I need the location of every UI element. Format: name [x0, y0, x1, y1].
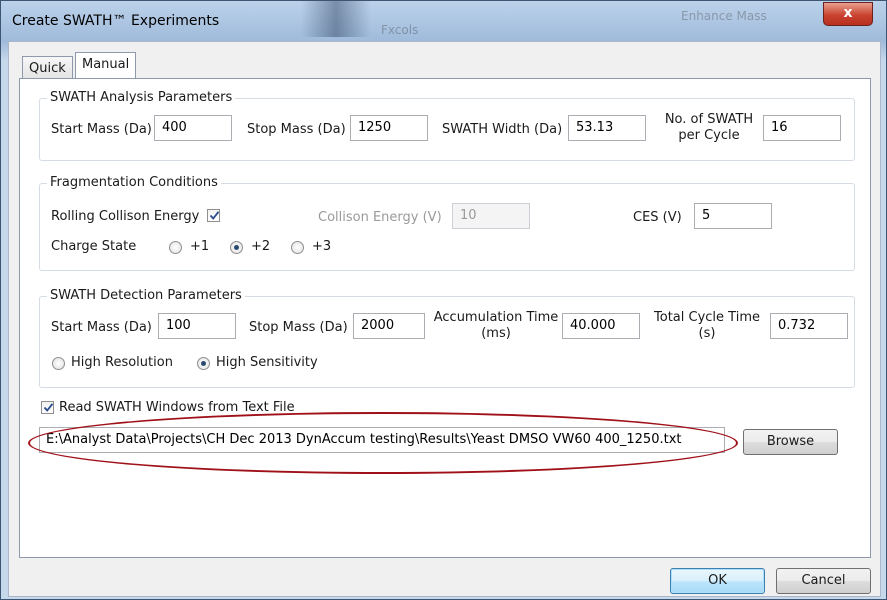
charge-plus2-label: +2 [251, 239, 271, 254]
accumulation-time-input[interactable]: 40.000 [562, 313, 640, 339]
per-cycle-label-line1: No. of SWATH [664, 112, 754, 127]
swath-per-cycle-input[interactable]: 16 [763, 115, 841, 141]
charge-plus3-label: +3 [312, 239, 332, 254]
det-start-mass-label: Start Mass (Da) [51, 320, 152, 335]
start-mass-input[interactable]: 400 [154, 115, 232, 141]
total-cycle-time-input[interactable]: 0.732 [770, 313, 848, 339]
radio-selected-dot [234, 245, 239, 250]
charge-plus2-radio[interactable] [230, 241, 243, 254]
ces-label: CES (V) [633, 210, 682, 225]
background-text: Enhance Mass [681, 9, 767, 23]
close-button[interactable]: x [823, 2, 873, 26]
rolling-ce-checkbox[interactable] [207, 209, 220, 222]
browse-button[interactable]: Browse [743, 429, 838, 455]
collision-energy-label: Collison Energy (V) [318, 210, 442, 225]
high-resolution-radio[interactable] [52, 357, 65, 370]
background-text: Fxcols [381, 23, 419, 37]
swath-width-input[interactable]: 53.13 [568, 115, 646, 141]
analysis-legend: SWATH Analysis Parameters [47, 90, 236, 105]
accumulation-time-line1: Accumulation Time [433, 310, 559, 325]
det-stop-mass-label: Stop Mass (Da) [249, 320, 348, 335]
tab-manual[interactable]: Manual [75, 52, 137, 78]
read-from-file-label: Read SWATH Windows from Text File [59, 400, 295, 415]
per-cycle-label-line2: per Cycle [678, 128, 740, 143]
check-icon [43, 403, 54, 412]
total-cycle-time-label: Total Cycle Time (s) [651, 310, 763, 342]
det-stop-mass-input[interactable]: 2000 [353, 313, 425, 339]
swath-width-label: SWATH Width (Da) [442, 122, 563, 137]
ok-button[interactable]: OK [670, 568, 765, 594]
detection-legend: SWATH Detection Parameters [47, 288, 245, 303]
read-from-file-checkbox[interactable] [41, 401, 54, 414]
radio-selected-dot [201, 361, 206, 366]
close-icon: x [843, 5, 853, 21]
tab-quick[interactable]: Quick [22, 56, 73, 80]
total-cycle-time-line1: Total Cycle Time [654, 310, 760, 325]
dialog-window: Fxcols Enhance Mass Create SWATH™ Experi… [0, 0, 887, 600]
ces-input[interactable]: 5 [694, 203, 772, 229]
check-icon [209, 211, 220, 220]
per-cycle-label: No. of SWATH per Cycle [655, 112, 763, 144]
charge-plus3-radio[interactable] [291, 241, 304, 254]
rolling-ce-label: Rolling Collison Energy [51, 209, 200, 224]
window-title: Create SWATH™ Experiments [12, 13, 220, 29]
high-sensitivity-radio[interactable] [197, 357, 210, 370]
det-start-mass-input[interactable]: 100 [158, 313, 236, 339]
total-cycle-time-line2: (s) [698, 326, 716, 341]
high-resolution-label: High Resolution [71, 355, 173, 370]
charge-plus1-radio[interactable] [169, 241, 182, 254]
stop-mass-input[interactable]: 1250 [350, 115, 428, 141]
background-blur [301, 1, 371, 37]
charge-state-label: Charge State [51, 239, 137, 254]
accumulation-time-label: Accumulation Time (ms) [433, 310, 559, 342]
collision-energy-input: 10 [452, 203, 530, 229]
file-path-input[interactable]: E:\Analyst Data\Projects\CH Dec 2013 Dyn… [39, 427, 725, 453]
charge-plus1-label: +1 [190, 239, 210, 254]
fragmentation-legend: Fragmentation Conditions [47, 175, 221, 190]
cancel-button[interactable]: Cancel [776, 568, 871, 594]
accumulation-time-line2: (ms) [481, 326, 511, 341]
start-mass-label: Start Mass (Da) [51, 122, 152, 137]
stop-mass-label: Stop Mass (Da) [247, 122, 346, 137]
high-sensitivity-label: High Sensitivity [216, 355, 318, 370]
